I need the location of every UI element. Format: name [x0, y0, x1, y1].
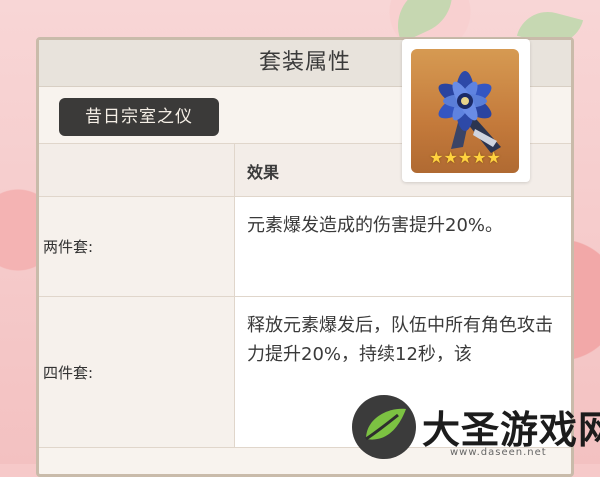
set-name-badge: 昔日宗室之仪	[59, 98, 219, 136]
row-label: 两件套:	[39, 197, 235, 296]
watermark-text: 大圣游戏网	[422, 407, 600, 452]
site-watermark: 大圣游戏网 www.daseen.net	[352, 395, 600, 464]
blue-flower-artifact-icon: ★★★★★	[411, 49, 519, 173]
artifact-thumbnail: ★★★★★	[402, 39, 530, 182]
row-effect: 元素爆发造成的伤害提升20%。	[235, 197, 571, 296]
watermark-url: www.daseen.net	[450, 447, 547, 458]
row-label: 四件套:	[39, 297, 235, 447]
table-row-two-piece: 两件套: 元素爆发造成的伤害提升20%。	[39, 197, 571, 297]
rarity-stars: ★★★★★	[429, 148, 501, 167]
site-logo-icon	[352, 395, 416, 459]
table-header-blank	[39, 144, 235, 196]
